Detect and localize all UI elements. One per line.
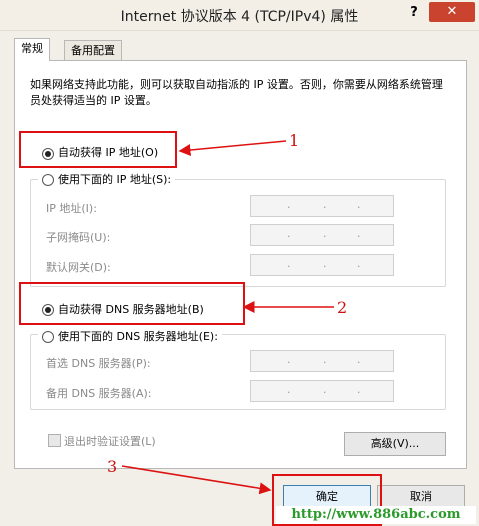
arrow-1	[178, 140, 287, 156]
watermark-url: http://www.886abc.com	[276, 506, 476, 524]
callout-number-1: 1	[289, 131, 300, 150]
tab-general[interactable]: 常规	[14, 38, 50, 61]
callout-number-2: 2	[337, 298, 348, 317]
callout-number-3: 3	[107, 457, 118, 476]
arrow-3	[121, 465, 272, 495]
annotation-arrows	[121, 140, 334, 495]
